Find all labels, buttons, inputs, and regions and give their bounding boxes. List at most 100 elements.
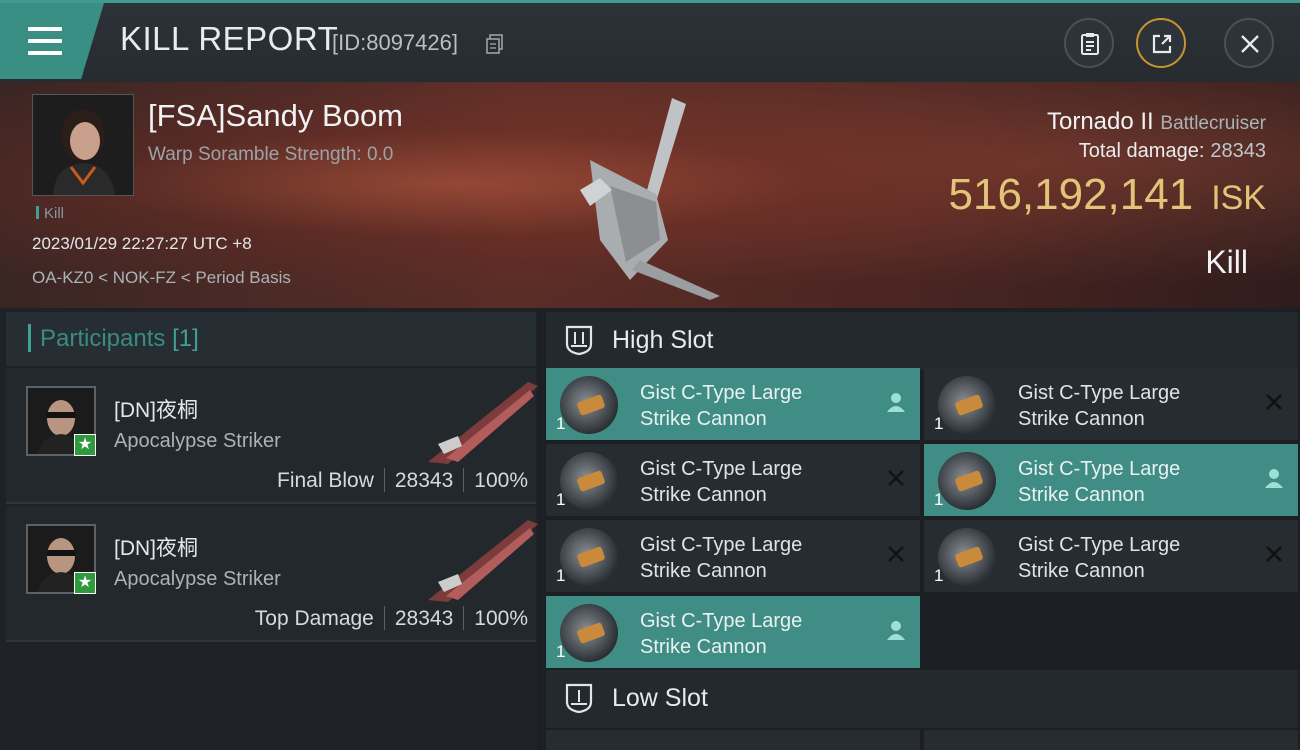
large-cannon-icon (560, 528, 618, 586)
high-slot-icon (565, 325, 593, 356)
participant-stats: Top Damage 28343 100% (255, 606, 528, 631)
module-tile[interactable]: 1 Gist C-Type Large Strike Cannon (924, 520, 1298, 592)
ship-name: Tornado II (1046, 108, 1154, 135)
module-name-line2: Strike Cannon (1018, 484, 1145, 506)
share-icon (1152, 34, 1172, 54)
module-tile[interactable]: 1 Gist C-Type Large Strike Cannon (924, 368, 1298, 440)
module-name-line2: Strike Cannon (1018, 408, 1145, 430)
module-tile[interactable]: 1 Gist C-Type Large Strike Cannon (546, 444, 920, 516)
pilot-icon (887, 393, 905, 412)
star-icon: ★ (74, 434, 96, 456)
large-cannon-icon (938, 452, 996, 510)
module-name: Gist C-Type Large Strike Cannon (640, 380, 870, 432)
participant-role: Top Damage (254, 607, 374, 630)
victim-ship[interactable]: Tornado II Battlecruiser (1047, 108, 1266, 136)
module-name-line2: Strike Cannon (1018, 560, 1145, 582)
module-quantity: 1 (556, 414, 566, 433)
row-divider (6, 640, 536, 642)
module-tile[interactable]: 1 Gist C-Type Large Strike Cannon (546, 368, 920, 440)
large-cannon-icon (560, 376, 618, 434)
kill-datetime: 2023/01/29 22:27:27 UTC +8 (32, 234, 252, 253)
participant-ship-image[interactable] (418, 512, 542, 604)
module-quantity: 1 (934, 414, 944, 433)
large-cannon-icon (560, 604, 618, 662)
module-name: Gist C-Type Large Strike Cannon (1018, 456, 1248, 508)
report-id: [ID:8097426] (332, 30, 458, 55)
participant-ship: Apocalypse Striker (114, 430, 281, 452)
share-button[interactable] (1136, 18, 1186, 68)
kill-tag: Kill (36, 205, 64, 222)
destroyed-x-icon (888, 470, 904, 486)
module-name: Gist C-Type Large Strike Cannon (640, 532, 870, 584)
total-damage-value: 28343 (1210, 140, 1266, 162)
participants-count: [1] (172, 325, 199, 352)
pilot-icon (1265, 469, 1283, 488)
module-name-line1: Gist C-Type Large (640, 458, 803, 480)
module-quantity: 1 (556, 642, 566, 661)
kill-location[interactable]: OA-KZ0 < NOK-FZ < Period Basis (32, 268, 291, 288)
module-name-line1: Gist C-Type Large (640, 610, 803, 632)
module-tile[interactable]: 1 Gist C-Type Large Strike Cannon (546, 520, 920, 592)
participant-stats: Final Blow 28343 100% (277, 468, 528, 493)
large-cannon-icon (938, 376, 996, 434)
module-tile[interactable]: 1 Gist C-Type Large Strike Cannon (924, 444, 1298, 516)
module-tile[interactable] (924, 730, 1298, 750)
star-icon: ★ (74, 572, 96, 594)
kill-tag-label: Kill (44, 205, 65, 222)
clipboard-icon (1081, 33, 1099, 55)
low-slot-icon (565, 683, 593, 714)
module-name: Gist C-Type Large Strike Cannon (1018, 532, 1248, 584)
participants-label: Participants (40, 325, 166, 352)
module-name: Gist C-Type Large Strike Cannon (640, 608, 870, 660)
high-slot-label: High Slot (612, 326, 714, 354)
module-tile[interactable] (546, 730, 920, 750)
participant-name[interactable]: [DN]夜桐 (114, 394, 198, 424)
module-quantity: 1 (556, 490, 566, 509)
module-name-line1: Gist C-Type Large (1018, 382, 1181, 404)
module-name-line1: Gist C-Type Large (1018, 534, 1181, 556)
total-damage-label: Total damage: (1078, 140, 1205, 162)
close-button[interactable] (1224, 18, 1274, 68)
module-name-line2: Strike Cannon (640, 484, 767, 506)
ship-class: Battlecruiser (1160, 113, 1266, 134)
copy-icon[interactable] (486, 34, 504, 54)
warp-scramble-strength: Warp Soramble Strength: 0.0 (148, 144, 394, 165)
module-quantity: 1 (934, 490, 944, 509)
participant-ship: Apocalypse Striker (114, 568, 281, 590)
destroyed-x-icon (1266, 546, 1282, 562)
pilot-icon (887, 621, 905, 640)
module-name-line2: Strike Cannon (640, 636, 767, 658)
isk-value: 516,192,141 ISK (949, 170, 1267, 220)
participant-role: Final Blow (277, 469, 374, 492)
kill-result: Kill (1205, 244, 1248, 280)
isk-amount: 516,192,141 (948, 170, 1194, 219)
low-slot-label: Low Slot (612, 684, 708, 712)
victim-ship-image[interactable] (560, 90, 740, 302)
module-name: Gist C-Type Large Strike Cannon (1018, 380, 1248, 432)
victim-name[interactable]: [FSA]Sandy Boom (148, 98, 403, 134)
module-name-line1: Gist C-Type Large (1018, 458, 1181, 480)
destroyed-x-icon (1266, 394, 1282, 410)
module-name-line2: Strike Cannon (640, 408, 767, 430)
participant-percent: 100% (474, 469, 528, 492)
participant-name[interactable]: [DN]夜桐 (114, 532, 198, 562)
participants-title: Participants [1] (40, 325, 199, 353)
module-name-line1: Gist C-Type Large (640, 534, 803, 556)
module-quantity: 1 (556, 566, 566, 585)
close-icon (1241, 35, 1259, 53)
clipboard-button[interactable] (1064, 18, 1114, 68)
module-name-line1: Gist C-Type Large (640, 382, 803, 404)
participant-damage: 28343 (394, 607, 454, 630)
page-title: KILL REPORT (120, 20, 339, 57)
module-name: Gist C-Type Large Strike Cannon (640, 456, 870, 508)
destroyed-x-icon (888, 546, 904, 562)
large-cannon-icon (560, 452, 618, 510)
participant-ship-image[interactable] (418, 374, 542, 466)
module-name-line2: Strike Cannon (640, 560, 767, 582)
row-divider (6, 502, 536, 504)
participant-percent: 100% (474, 607, 528, 630)
module-tile[interactable]: 1 Gist C-Type Large Strike Cannon (546, 596, 920, 668)
participant-damage: 28343 (394, 469, 454, 492)
victim-portrait[interactable] (32, 94, 134, 196)
total-damage: Total damage: 28343 (1079, 140, 1266, 163)
